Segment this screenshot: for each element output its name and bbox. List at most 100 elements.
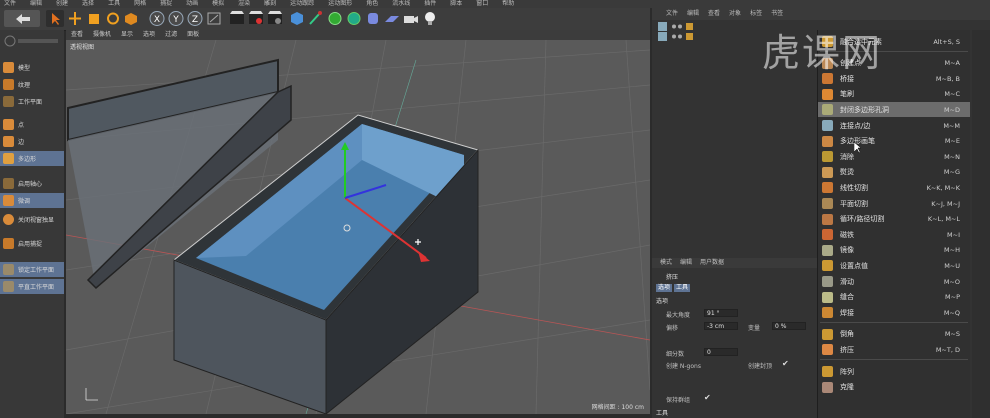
context-menu-item[interactable]: 封闭多边形孔洞 M~D <box>818 102 970 118</box>
tweak-mode[interactable]: 微调 <box>0 193 64 208</box>
context-menu-item[interactable]: 平面切割 K~J, M~J <box>818 196 970 211</box>
tab-options[interactable]: 选项 <box>656 284 673 292</box>
context-menu-item[interactable]: 熨烫 M~G <box>818 165 970 180</box>
mode-model[interactable]: 模型 <box>0 60 64 75</box>
context-menu-item[interactable]: 设置点值 M~U <box>818 258 970 273</box>
select-tool-button[interactable] <box>46 10 64 27</box>
scale-tool-button[interactable] <box>85 10 103 27</box>
menu-item[interactable]: 运动图形 <box>328 0 352 8</box>
context-menu-item[interactable]: 克隆 <box>818 380 970 395</box>
object-manager-menu-item[interactable]: 对象 <box>729 8 741 20</box>
coordinate-system-button[interactable] <box>205 10 223 27</box>
menu-item[interactable]: 网格 <box>134 0 146 8</box>
y-axis-button[interactable]: Y <box>167 10 185 27</box>
viewport-menu-item[interactable]: 选项 <box>143 30 155 40</box>
render-settings-button[interactable] <box>266 10 284 27</box>
menu-item[interactable]: 创建 <box>56 0 68 8</box>
subdivision-button[interactable] <box>326 10 344 27</box>
pen-spline-button[interactable] <box>307 10 325 27</box>
context-menu-item[interactable]: 磁铁 M~I <box>818 227 970 242</box>
variance-input[interactable]: 0 % <box>772 322 806 330</box>
mode-workplane[interactable]: 工作平面 <box>0 94 64 109</box>
viewport-menu-item[interactable]: 摄像机 <box>93 30 111 40</box>
context-menu-item[interactable]: 笔刷 M~C <box>818 87 970 102</box>
context-menu-item[interactable]: 焊接 M~Q <box>818 305 970 320</box>
perspective-viewport[interactable]: 查看 摄像机 显示 选项 过滤 面板 透视视图 网格间距 : 100 cm <box>66 30 650 414</box>
attribute-tab[interactable]: 编辑 <box>680 258 692 268</box>
menu-item[interactable]: 模拟 <box>212 0 224 8</box>
menu-item[interactable]: 窗口 <box>476 0 488 8</box>
context-menu-shortcut: M~S <box>944 330 960 339</box>
context-menu-item[interactable]: 消除 M~N <box>818 149 970 164</box>
attribute-tab[interactable]: 模式 <box>660 258 672 268</box>
context-menu-item[interactable]: 滑动 M~O <box>818 274 970 289</box>
mode-points[interactable]: 点 <box>0 117 64 132</box>
move-tool-button[interactable] <box>66 10 84 27</box>
context-menu-item[interactable]: 线性切割 K~K, M~K <box>818 180 970 195</box>
floor-button[interactable] <box>383 10 401 27</box>
context-menu-item[interactable]: 阵列 <box>818 364 970 379</box>
undo-button[interactable] <box>4 10 40 27</box>
object-row[interactable] <box>658 22 728 31</box>
mode-texture[interactable]: 纹理 <box>0 77 64 92</box>
menu-item[interactable]: 流水线 <box>392 0 410 8</box>
rotate-tool-button[interactable] <box>104 10 122 27</box>
lock-workplane[interactable]: 锁定工作平面 <box>0 262 64 277</box>
object-manager-menu-item[interactable]: 查看 <box>708 8 720 20</box>
max-angle-input[interactable]: 91 ° <box>704 309 738 317</box>
viewport-solo-off[interactable]: 关闭视窗独显 <box>0 212 64 227</box>
menu-item[interactable]: 插件 <box>424 0 436 8</box>
create-caps-checkbox[interactable]: ✔ <box>782 359 789 368</box>
cube-object-button[interactable] <box>288 10 306 27</box>
render-picture-viewer-button[interactable] <box>247 10 265 27</box>
flat-workplane[interactable]: 平直工作平面 <box>0 279 64 294</box>
menu-item[interactable]: 脚本 <box>450 0 462 8</box>
context-menu-item[interactable]: 挤压 M~T, D <box>818 342 970 357</box>
context-menu-item[interactable]: 倒角 M~S <box>818 327 970 342</box>
object-manager-menu-item[interactable]: 文件 <box>666 8 678 20</box>
viewport-menu-item[interactable]: 显示 <box>121 30 133 40</box>
menu-item[interactable]: 动画 <box>186 0 198 8</box>
array-generator-button[interactable] <box>345 10 363 27</box>
object-manager-menu-item[interactable]: 书签 <box>771 8 783 20</box>
light-button[interactable] <box>421 10 439 27</box>
mode-polygons[interactable]: 多边形 <box>0 151 64 166</box>
menu-item[interactable]: 帮助 <box>502 0 514 8</box>
deformer-button[interactable] <box>364 10 382 27</box>
menu-item[interactable]: 文件 <box>4 0 16 8</box>
context-menu-item[interactable]: 缝合 M~P <box>818 290 970 305</box>
offset-input[interactable]: -3 cm <box>704 322 738 330</box>
context-menu-item[interactable]: 连接点/边 M~M <box>818 118 970 133</box>
last-tool-button[interactable] <box>122 10 140 27</box>
camera-button[interactable] <box>402 10 420 27</box>
menu-item[interactable]: 渲染 <box>238 0 250 8</box>
viewport-menu-item[interactable]: 过滤 <box>165 30 177 40</box>
subdivision-input[interactable]: 0 <box>704 348 738 356</box>
enable-axis[interactable]: 启用轴心 <box>0 176 64 191</box>
enable-snap[interactable]: 启用捕捉 <box>0 236 64 251</box>
viewport-menu-item[interactable]: 查看 <box>71 30 83 40</box>
object-row[interactable] <box>658 32 728 41</box>
object-manager-menu-item[interactable]: 编辑 <box>687 8 699 20</box>
tab-tool[interactable]: 工具 <box>674 284 691 292</box>
menu-item[interactable]: 运动跟踪 <box>290 0 314 8</box>
attribute-tab[interactable]: 用户数据 <box>700 258 724 268</box>
menu-item[interactable]: 选择 <box>82 0 94 8</box>
context-menu-item[interactable]: 循环/路径切割 K~L, M~L <box>818 212 970 227</box>
context-menu-item[interactable]: 多边形画笔 M~E <box>818 134 970 149</box>
render-view-button[interactable] <box>228 10 246 27</box>
right-scrollbar[interactable] <box>972 30 990 418</box>
object-manager-menu-item[interactable]: 标签 <box>750 8 762 20</box>
x-axis-button[interactable]: X <box>148 10 166 27</box>
context-menu-item[interactable]: 镜像 M~H <box>818 243 970 258</box>
menu-item[interactable]: 角色 <box>366 0 378 8</box>
menu-item[interactable]: 编辑 <box>30 0 42 8</box>
z-axis-button[interactable]: Z <box>186 10 204 27</box>
mode-edges[interactable]: 边 <box>0 134 64 149</box>
menu-item[interactable]: 雕刻 <box>264 0 276 8</box>
menu-item[interactable]: 工具 <box>108 0 120 8</box>
viewport-menu-item[interactable]: 面板 <box>187 30 199 40</box>
preserve-groups-checkbox[interactable]: ✔ <box>704 393 711 402</box>
mode-label: 纹理 <box>18 82 31 89</box>
menu-item[interactable]: 捕捉 <box>160 0 172 8</box>
